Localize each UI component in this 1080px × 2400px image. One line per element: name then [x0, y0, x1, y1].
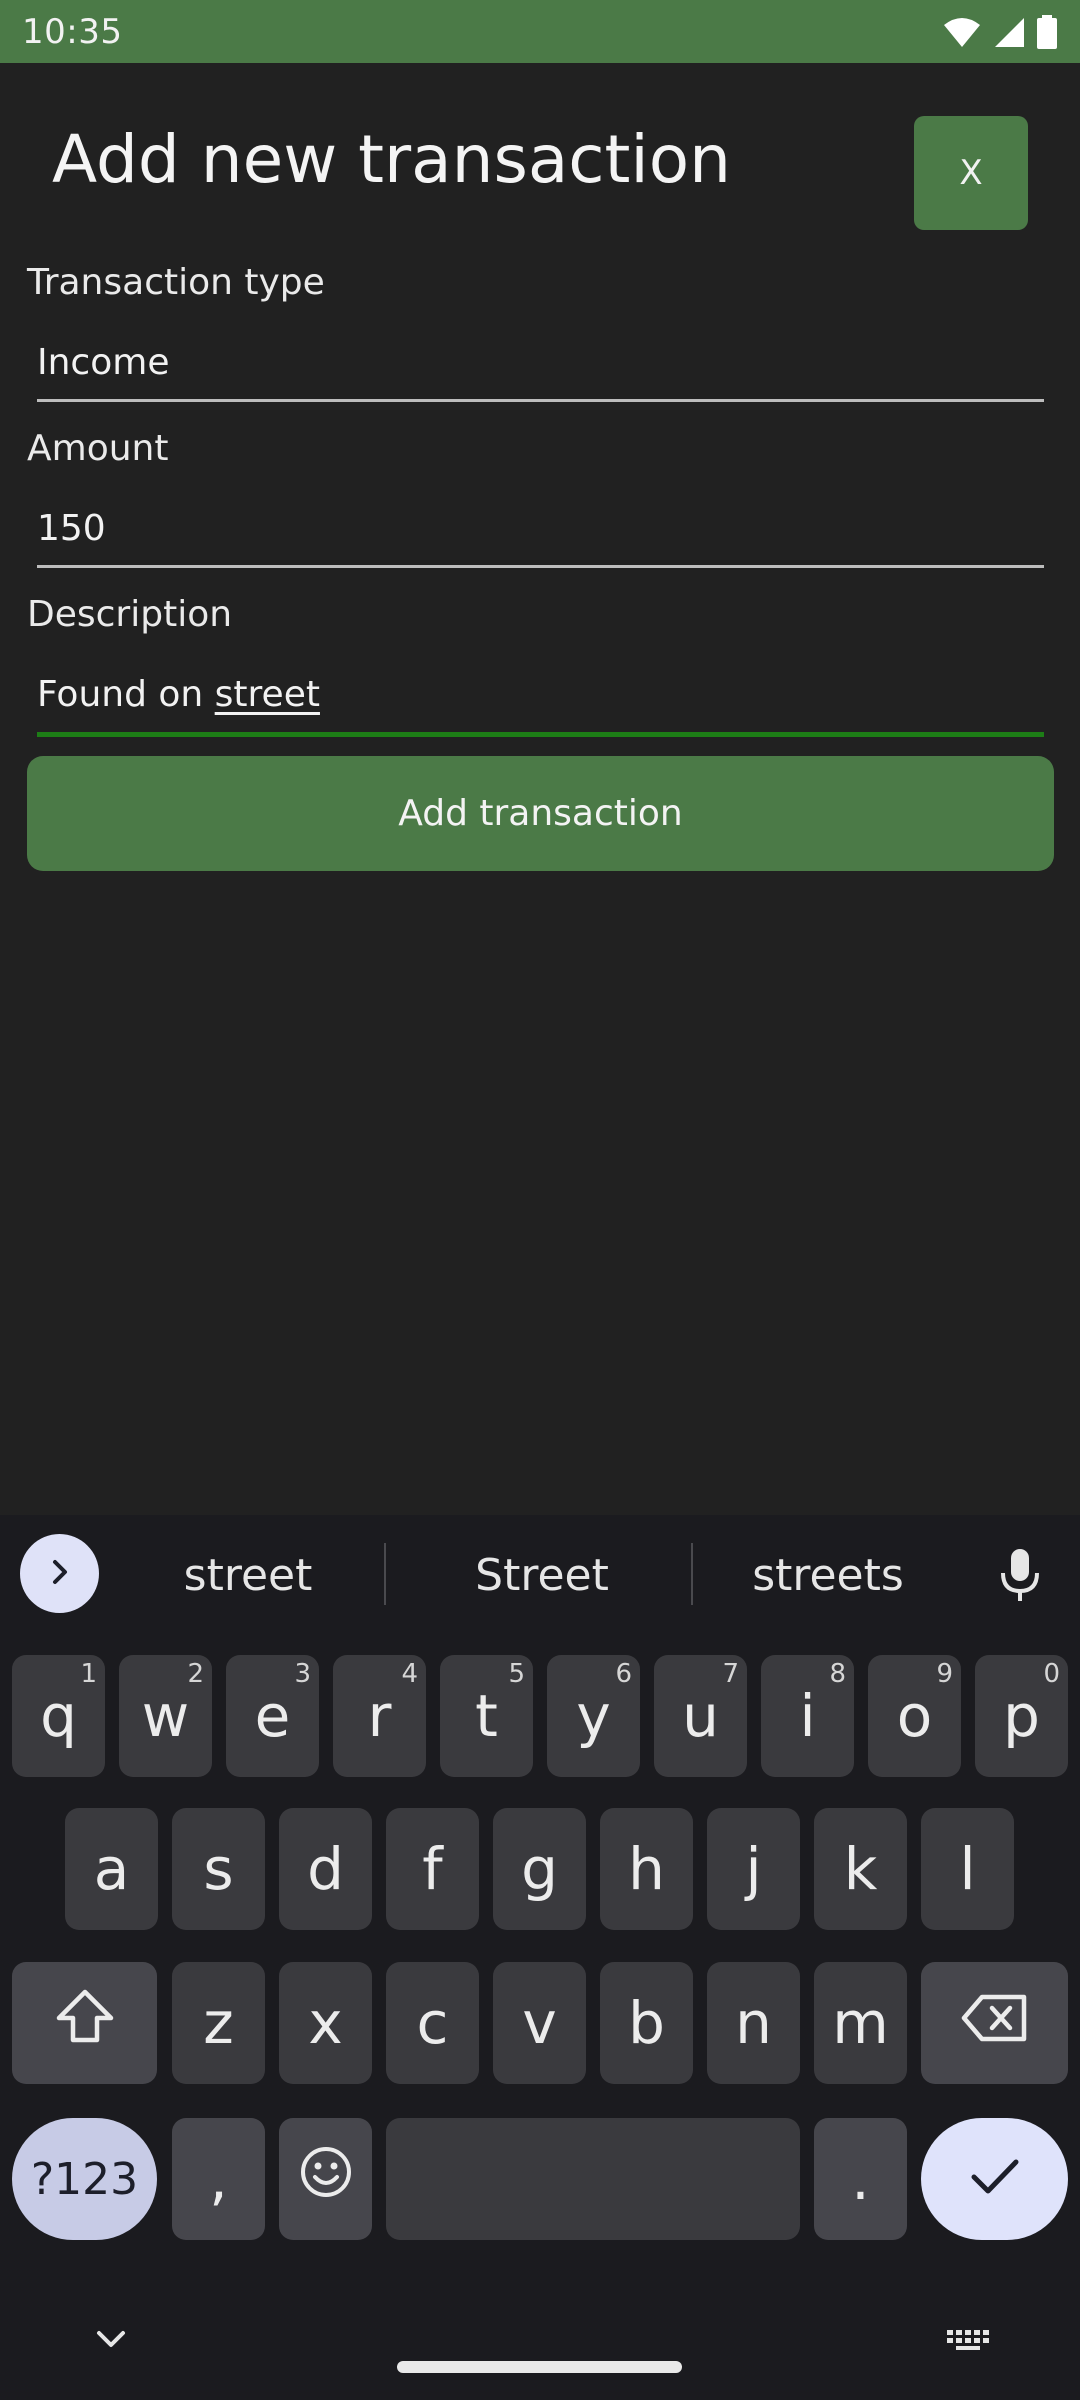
description-text: Found on: [37, 674, 215, 715]
suggestion-divider: [384, 1543, 386, 1605]
key-hint: 3: [294, 1659, 311, 1689]
key-hint: 2: [187, 1659, 204, 1689]
key-u[interactable]: u7: [654, 1655, 747, 1777]
period-key[interactable]: .: [814, 2118, 907, 2240]
key-m[interactable]: m: [814, 1962, 907, 2084]
key-f[interactable]: f: [386, 1808, 479, 1930]
key-label: w: [141, 1682, 190, 1750]
key-hint: 4: [401, 1659, 418, 1689]
backspace-key[interactable]: [921, 1962, 1068, 2084]
key-p[interactable]: p0: [975, 1655, 1068, 1777]
key-label: y: [576, 1682, 611, 1750]
key-hint: 8: [829, 1659, 846, 1689]
key-j[interactable]: j: [707, 1808, 800, 1930]
key-v[interactable]: v: [493, 1962, 586, 2084]
amount-label: Amount: [27, 428, 169, 469]
key-label: e: [254, 1682, 291, 1750]
amount-field[interactable]: 150: [37, 508, 106, 549]
key-hint: 0: [1043, 1659, 1060, 1689]
key-k[interactable]: k: [814, 1808, 907, 1930]
key-b[interactable]: b: [600, 1962, 693, 2084]
key-o[interactable]: o9: [868, 1655, 961, 1777]
battery-icon: [1036, 14, 1058, 49]
suggestion-1[interactable]: street: [120, 1535, 376, 1615]
key-hint: 5: [508, 1659, 525, 1689]
wifi-icon: [942, 16, 982, 48]
suggestion-divider: [691, 1543, 693, 1605]
page-title: Add new transaction: [52, 121, 731, 198]
keyboard: street Street streets q1 w2 e3 r4 t5 y6 …: [0, 1515, 1080, 2400]
signal-icon: [992, 16, 1026, 48]
chevron-down-icon[interactable]: [94, 2327, 128, 2355]
key-n[interactable]: n: [707, 1962, 800, 2084]
key-l[interactable]: l: [921, 1808, 1014, 1930]
key-label: u: [682, 1682, 719, 1750]
key-label: i: [799, 1682, 816, 1750]
close-button[interactable]: X: [914, 116, 1028, 230]
key-z[interactable]: z: [172, 1962, 265, 2084]
key-g[interactable]: g: [493, 1808, 586, 1930]
shift-icon: [53, 1986, 117, 2060]
space-key[interactable]: [386, 2118, 800, 2240]
add-transaction-button[interactable]: Add transaction: [27, 756, 1054, 871]
suggestions-expand-button[interactable]: [20, 1534, 99, 1613]
key-hint: 9: [936, 1659, 953, 1689]
description-composing-text: street: [214, 674, 320, 715]
key-s[interactable]: s: [172, 1808, 265, 1930]
key-c[interactable]: c: [386, 1962, 479, 2084]
status-time: 10:35: [22, 11, 123, 52]
key-a[interactable]: a: [65, 1808, 158, 1930]
emoji-key[interactable]: [279, 2118, 372, 2240]
description-underline: [37, 732, 1044, 737]
suggestion-2[interactable]: Street: [392, 1535, 692, 1615]
key-label: o: [896, 1682, 933, 1750]
check-icon: [967, 2145, 1023, 2213]
key-x[interactable]: x: [279, 1962, 372, 2084]
key-t[interactable]: t5: [440, 1655, 533, 1777]
mic-icon[interactable]: [990, 1545, 1050, 1609]
key-y[interactable]: y6: [547, 1655, 640, 1777]
key-label: t: [475, 1682, 498, 1750]
enter-key[interactable]: [921, 2118, 1068, 2240]
chevron-right-icon: [43, 1555, 77, 1593]
status-bar: 10:35: [0, 0, 1080, 63]
key-label: r: [367, 1682, 392, 1750]
status-icons: [942, 14, 1058, 49]
description-field[interactable]: Found on street: [37, 674, 320, 715]
suggestion-3[interactable]: streets: [700, 1535, 956, 1615]
key-h[interactable]: h: [600, 1808, 693, 1930]
emoji-icon: [299, 2145, 353, 2213]
home-indicator[interactable]: [397, 2361, 682, 2373]
key-hint: 1: [80, 1659, 97, 1689]
key-label: p: [1003, 1682, 1040, 1750]
description-label: Description: [27, 594, 233, 635]
key-r[interactable]: r4: [333, 1655, 426, 1777]
key-w[interactable]: w2: [119, 1655, 212, 1777]
key-i[interactable]: i8: [761, 1655, 854, 1777]
shift-key[interactable]: [12, 1962, 157, 2084]
key-q[interactable]: q1: [12, 1655, 105, 1777]
backspace-icon: [960, 1989, 1030, 2057]
key-d[interactable]: d: [279, 1808, 372, 1930]
key-label: q: [40, 1682, 77, 1750]
transaction-type-label: Transaction type: [27, 262, 325, 303]
comma-key[interactable]: ,: [172, 2118, 265, 2240]
transaction-type-underline: [37, 399, 1044, 402]
keyboard-icon[interactable]: [946, 2329, 990, 2355]
symbols-key[interactable]: ?123: [12, 2118, 157, 2240]
key-e[interactable]: e3: [226, 1655, 319, 1777]
key-hint: 7: [722, 1659, 739, 1689]
transaction-type-field[interactable]: Income: [37, 342, 169, 383]
key-hint: 6: [615, 1659, 632, 1689]
amount-underline: [37, 565, 1044, 568]
